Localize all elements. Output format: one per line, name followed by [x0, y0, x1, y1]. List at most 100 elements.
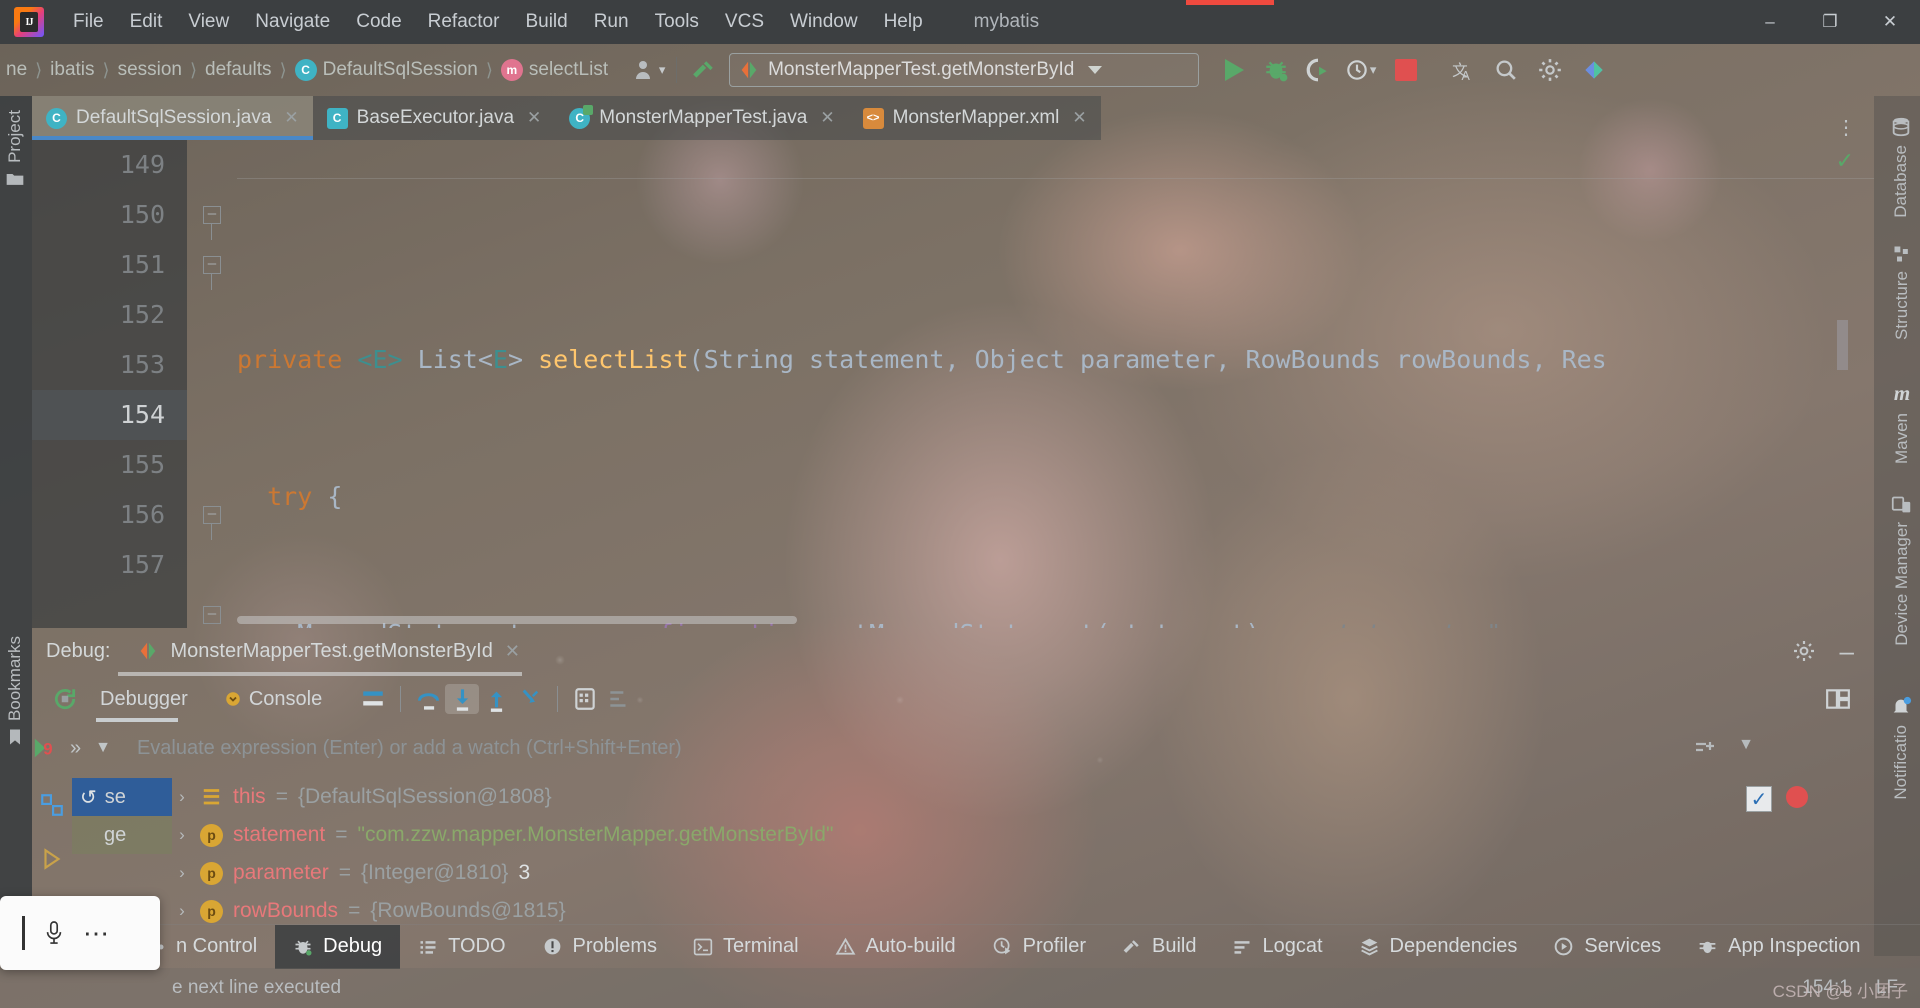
voice-input-widget[interactable]: ⋯: [0, 896, 160, 970]
more-options-icon[interactable]: ⋯: [83, 918, 111, 949]
run-configuration-selector[interactable]: MonsterMapperTest.getMonsterById: [729, 53, 1200, 87]
tab-close-icon[interactable]: ✕: [820, 108, 834, 128]
menu-vcs[interactable]: VCS: [712, 7, 777, 37]
menu-window[interactable]: Window: [777, 7, 871, 37]
menu-run[interactable]: Run: [581, 7, 642, 37]
tab-close-icon[interactable]: ✕: [527, 108, 541, 128]
sidebar-item-bookmarks[interactable]: Bookmarks: [5, 636, 25, 747]
expand-more-icon[interactable]: »: [70, 737, 81, 760]
menu-tools[interactable]: Tools: [642, 7, 712, 37]
minimize-button[interactable]: –: [1740, 0, 1800, 44]
build-hammer-icon[interactable]: [687, 53, 721, 87]
debug-tab-debugger[interactable]: Debugger: [82, 688, 206, 722]
menu-help[interactable]: Help: [871, 7, 936, 37]
tab-close-icon[interactable]: ✕: [284, 108, 298, 128]
bottom-tab-app-inspection[interactable]: App Inspection: [1679, 925, 1878, 969]
bottom-tab-profiler[interactable]: Profiler: [974, 925, 1104, 969]
debug-frames-list[interactable]: ↺ se ge: [72, 778, 172, 854]
add-watch-icon[interactable]: [1692, 736, 1716, 760]
maximize-button[interactable]: ❐: [1800, 0, 1860, 44]
code-folding-column[interactable]: – – – –: [187, 140, 237, 628]
sidebar-item-maven[interactable]: m Maven: [1892, 381, 1912, 464]
frame-row-selected[interactable]: ↺ se: [72, 778, 172, 816]
editor-horizontal-scrollbar[interactable]: [237, 616, 797, 624]
chevron-down-icon[interactable]: ▼: [95, 739, 111, 757]
expand-chevron-icon[interactable]: ›: [174, 787, 190, 807]
debug-button[interactable]: [1259, 53, 1293, 87]
sidebar-item-project[interactable]: Project: [5, 110, 25, 189]
mute-breakpoints-icon[interactable]: [32, 832, 72, 886]
profile-button[interactable]: ▾: [1343, 53, 1377, 87]
step-over-icon[interactable]: [411, 684, 445, 714]
bottom-tab-problems[interactable]: Problems: [524, 925, 675, 969]
updates-button[interactable]: [1577, 53, 1611, 87]
expand-chevron-icon[interactable]: ›: [174, 863, 190, 883]
editor-gutter[interactable]: 149 150 151 152 153 154 155 156 157: [32, 140, 187, 628]
menu-refactor[interactable]: Refactor: [415, 7, 513, 37]
fold-marker-icon[interactable]: –: [203, 206, 221, 224]
editor-tab-MonsterMapperTest[interactable]: C MonsterMapperTest.java ✕: [555, 96, 849, 140]
run-button[interactable]: [1217, 53, 1251, 87]
user-avatar-icon[interactable]: ▾: [632, 53, 666, 87]
breakpoint-dot-icon[interactable]: [1786, 786, 1808, 808]
variable-row-statement[interactable]: › p statement = "com.zzw.mapper.MonsterM…: [174, 816, 1734, 854]
breadcrumb-item-0[interactable]: ne: [0, 59, 33, 81]
evaluate-expression-input[interactable]: Evaluate expression (Enter) or add a wat…: [137, 737, 682, 760]
tab-close-icon[interactable]: ✕: [1072, 108, 1086, 128]
bottom-tab-build[interactable]: Build: [1104, 925, 1214, 969]
run-with-coverage-button[interactable]: [1301, 53, 1335, 87]
variable-row-this[interactable]: › ☰ this = {DefaultSqlSession@1808}: [174, 778, 1734, 816]
restore-layout-icon[interactable]: [32, 778, 72, 832]
menu-build[interactable]: Build: [512, 7, 580, 37]
sidebar-item-notifications[interactable]: Notificatio: [1890, 696, 1912, 800]
debug-layout-settings-icon[interactable]: [1824, 686, 1874, 712]
bottom-tab-logcat[interactable]: Logcat: [1214, 925, 1340, 969]
bottom-tab-services[interactable]: Services: [1535, 925, 1679, 969]
step-into-icon[interactable]: [445, 684, 480, 714]
rerun-icon[interactable]: [48, 684, 82, 714]
bottom-tab-dependencies[interactable]: Dependencies: [1341, 925, 1536, 969]
search-everywhere-button[interactable]: [1489, 53, 1523, 87]
menu-file[interactable]: File: [60, 7, 117, 37]
sidebar-item-structure[interactable]: Structure: [1892, 244, 1912, 340]
debug-session-close-icon[interactable]: ✕: [505, 641, 520, 662]
evaluate-expression-icon[interactable]: [568, 684, 602, 714]
stop-button[interactable]: [1389, 53, 1423, 87]
breakpoint-count-icon[interactable]: 9: [32, 733, 60, 763]
menu-edit[interactable]: Edit: [117, 7, 176, 37]
step-out-icon[interactable]: [479, 684, 513, 714]
bottom-tab-todo[interactable]: TODO: [400, 925, 523, 969]
debug-variables-list[interactable]: › ☰ this = {DefaultSqlSession@1808} › p …: [174, 778, 1734, 930]
bottom-tab-terminal[interactable]: Terminal: [675, 925, 817, 969]
gear-icon[interactable]: [1792, 639, 1816, 663]
menu-code[interactable]: Code: [343, 7, 414, 37]
code-editor[interactable]: 149 150 151 152 153 154 155 156 157 – – …: [32, 140, 1874, 628]
evaluate-expression-bar[interactable]: 9 » ▼ Evaluate expression (Enter) or add…: [32, 726, 1874, 770]
close-button[interactable]: ✕: [1860, 0, 1920, 44]
debug-tab-console[interactable]: Console: [206, 688, 340, 711]
bottom-tab-auto-build[interactable]: Auto-build: [817, 925, 974, 969]
frame-row[interactable]: ge: [72, 816, 172, 854]
breadcrumb-item-1[interactable]: ibatis: [44, 59, 100, 81]
sidebar-item-device-manager[interactable]: Device Manager: [1891, 494, 1912, 646]
expand-chevron-icon[interactable]: ›: [174, 901, 190, 921]
breadcrumb-item-3[interactable]: defaults: [199, 59, 278, 81]
editor-tab-MonsterMapper-xml[interactable]: <> MonsterMapper.xml ✕: [848, 96, 1101, 140]
settings-button[interactable]: [1533, 53, 1567, 87]
translate-button[interactable]: 文A: [1445, 53, 1479, 87]
breadcrumb-item-2[interactable]: session: [112, 59, 188, 81]
show-execution-point-icon[interactable]: [356, 684, 390, 714]
fold-marker-icon[interactable]: –: [203, 506, 221, 524]
editor-tab-BaseExecutor[interactable]: C BaseExecutor.java ✕: [312, 96, 556, 140]
minimize-icon[interactable]: –: [1840, 638, 1854, 664]
editor-tab-DefaultSqlSession[interactable]: C DefaultSqlSession.java ✕: [32, 96, 313, 140]
watch-checkbox[interactable]: ✓: [1746, 786, 1772, 812]
sidebar-item-database[interactable]: Database: [1890, 116, 1912, 218]
chevron-down-icon[interactable]: ▼: [1738, 736, 1754, 760]
bottom-tab-debug[interactable]: Debug: [275, 924, 401, 969]
fold-marker-icon[interactable]: –: [203, 256, 221, 274]
fold-marker-icon[interactable]: –: [203, 606, 221, 624]
menu-view[interactable]: View: [175, 7, 242, 37]
menu-navigate[interactable]: Navigate: [242, 7, 343, 37]
force-step-into-icon[interactable]: [513, 684, 547, 714]
